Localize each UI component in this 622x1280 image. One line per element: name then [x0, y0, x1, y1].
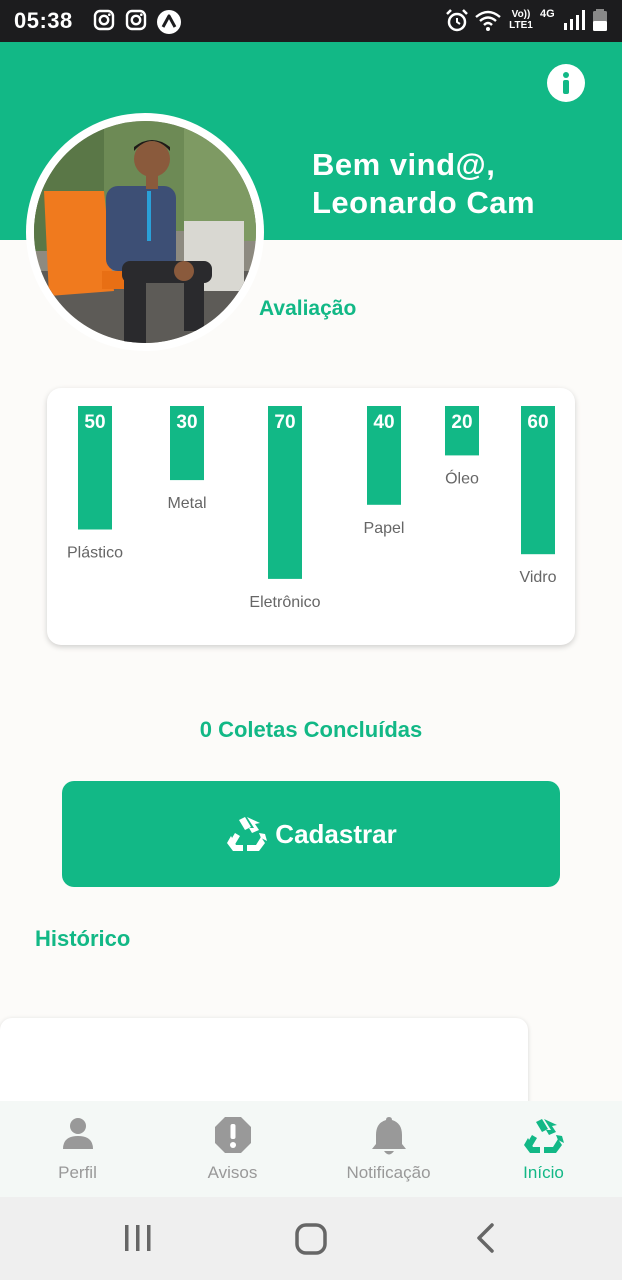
alert-octagon-icon — [215, 1117, 251, 1153]
wifi-icon — [475, 10, 501, 31]
instagram-icon — [93, 9, 115, 31]
status-bar: 05:38 Vo)) LTE1 4G — [0, 0, 622, 42]
register-button[interactable]: Cadastrar — [62, 781, 560, 887]
chart-category-label: Eletrônico — [249, 594, 320, 611]
chart-value-label: 70 — [274, 412, 295, 433]
rating-title: Avaliação — [259, 297, 357, 320]
app-logo-icon — [157, 10, 181, 34]
chart-category-label: Metal — [167, 495, 206, 512]
nav-label-notificacao: Notificação — [346, 1163, 431, 1182]
signal-icon — [564, 10, 585, 30]
nav-label-inicio: Início — [523, 1163, 564, 1182]
recycle-icon — [524, 1119, 564, 1153]
android-nav-bar — [0, 1197, 622, 1280]
bottom-nav: Perfil Avisos Notificação Início — [0, 1101, 622, 1197]
bell-icon — [372, 1117, 406, 1155]
welcome-user-name: Leonardo Cam — [312, 185, 536, 220]
person-icon — [63, 1118, 93, 1149]
chart-category-label: Vidro — [519, 569, 556, 586]
history-title: Histórico — [35, 926, 131, 951]
home-icon[interactable] — [293, 1221, 329, 1257]
nav-label-avisos: Avisos — [207, 1163, 258, 1182]
recycle-icon — [227, 817, 268, 851]
nav-item-perfil[interactable]: Perfil — [0, 1101, 155, 1197]
rating-chart-card: 50 Plástico 30 Metal 70 Eletrônico 40 Papel 20 Ól… — [47, 388, 575, 645]
info-icon[interactable] — [547, 64, 585, 102]
nav-label-perfil: Perfil — [58, 1163, 97, 1182]
chart-category-label: Papel — [364, 520, 405, 537]
chart-category-label: Plástico — [67, 545, 123, 562]
instagram-icon-2 — [125, 9, 147, 31]
chart-value-label: 60 — [527, 412, 548, 433]
rating-chart: 50 Plástico 30 Metal 70 Eletrônico 40 Papel 20 Ól… — [67, 406, 557, 611]
chart-value-label: 50 — [84, 412, 105, 433]
network-label: 4G — [540, 8, 555, 20]
status-time: 05:38 — [14, 8, 73, 33]
carrier-label: Vo)) LTE1 — [509, 9, 533, 31]
nav-item-notificacao[interactable]: Notificação — [311, 1101, 466, 1197]
back-icon[interactable] — [472, 1222, 500, 1254]
chart-value-label: 30 — [176, 412, 197, 433]
alarm-icon — [446, 9, 468, 32]
chart-category-label: Óleo — [445, 468, 479, 487]
avatar-photo — [34, 121, 256, 343]
nav-item-inicio[interactable]: Início — [466, 1101, 621, 1197]
avatar[interactable] — [26, 113, 264, 351]
register-button-label: Cadastrar — [275, 818, 397, 849]
battery-icon — [593, 9, 607, 31]
chart-value-label: 40 — [373, 412, 394, 433]
welcome-message: Bem vind@, Leonardo Cam — [312, 146, 535, 222]
collections-count: 0 Coletas Concluídas — [199, 717, 423, 742]
chart-value-label: 20 — [451, 412, 472, 433]
nav-item-avisos[interactable]: Avisos — [155, 1101, 310, 1197]
welcome-greeting: Bem vind@, — [312, 147, 496, 182]
recent-apps-icon[interactable] — [122, 1222, 154, 1254]
